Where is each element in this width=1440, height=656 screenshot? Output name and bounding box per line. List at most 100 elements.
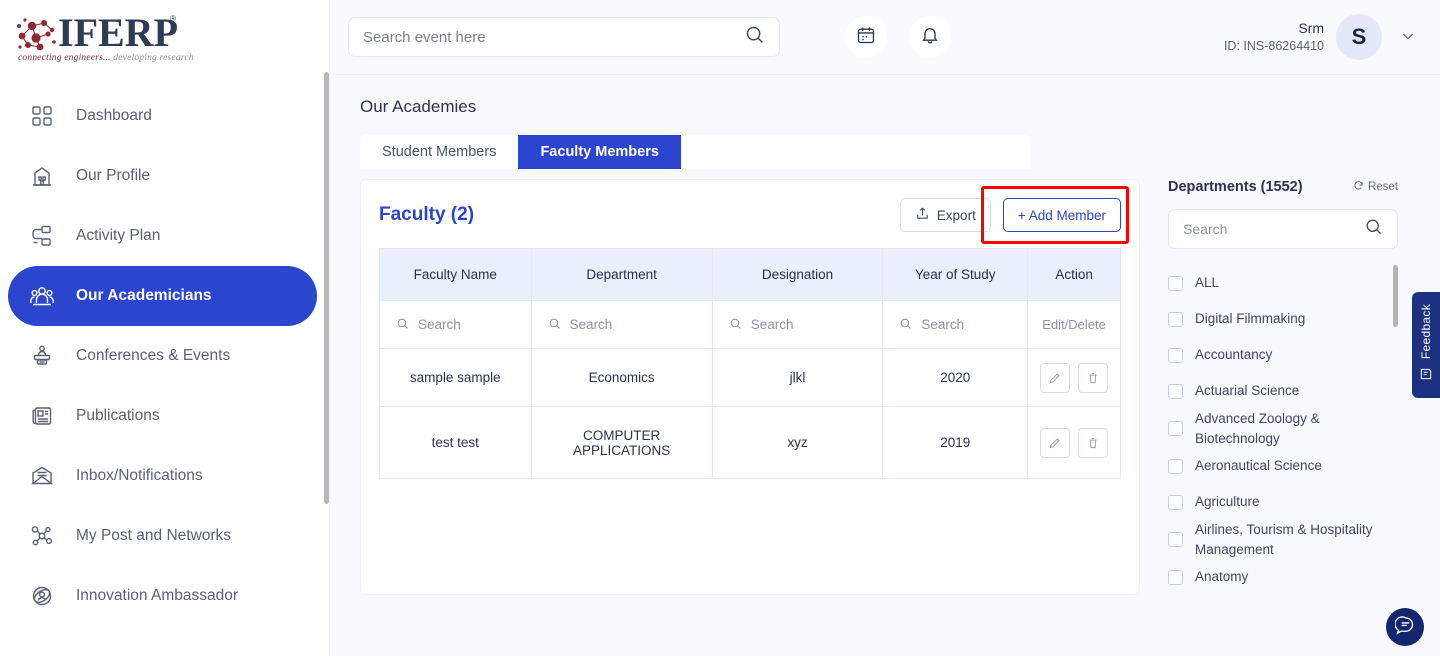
cell-designation: xyz [712, 407, 883, 479]
feedback-tab[interactable]: Feedback [1412, 292, 1440, 398]
brand-logo[interactable]: IFERP ® connecting engineers... developi… [0, 0, 329, 74]
sidebar-item-my-post-and-networks[interactable]: My Post and Networks [8, 506, 317, 566]
search-cell-designation[interactable]: Search [712, 301, 883, 349]
delete-button[interactable] [1078, 363, 1108, 393]
sidebar-item-innovation-ambassador[interactable]: Innovation Ambassador [8, 566, 317, 626]
search-icon [548, 317, 561, 333]
delete-button[interactable] [1078, 428, 1108, 458]
list-item[interactable]: Digital Filmmaking [1168, 301, 1398, 337]
reset-button[interactable]: Reset [1353, 180, 1398, 194]
faculty-card-actions: Export + Add Member [900, 198, 1121, 232]
event-search-box[interactable] [348, 17, 780, 57]
sidebar-item-our-profile[interactable]: Our Profile [8, 146, 317, 206]
sidebar-item-our-academicians[interactable]: Our Academicians [8, 266, 317, 326]
user-menu[interactable]: Srm ID: INS-86264410 S [1224, 14, 1422, 60]
export-button[interactable]: Export [900, 198, 991, 232]
table-header-row: Faculty Name Department Designation Year… [380, 249, 1121, 301]
activity-plan-icon [26, 220, 58, 252]
departments-scrollbar[interactable] [1393, 265, 1398, 327]
search-input[interactable] [363, 29, 744, 46]
sidebar-item-label: Our Profile [76, 167, 150, 185]
list-item[interactable]: Actuarial Science [1168, 373, 1398, 409]
search-icon[interactable] [1364, 217, 1383, 241]
sidebar-item-dashboard[interactable]: Dashboard [8, 86, 317, 146]
cell-year-of-study: 2019 [883, 407, 1028, 479]
user-id: ID: INS-86264410 [1224, 38, 1324, 55]
sidebar-item-publications[interactable]: Publications [8, 386, 317, 446]
table-row: sample sample Economics jlkl 2020 [380, 349, 1121, 407]
checkbox[interactable] [1168, 276, 1183, 291]
checkbox[interactable] [1168, 384, 1183, 399]
edit-button[interactable] [1040, 428, 1070, 458]
content-area: Our Academies Student Members Faculty Me… [330, 75, 1440, 656]
sidebar-item-conferences-events[interactable]: Conferences & Events [8, 326, 317, 386]
podium-icon [26, 340, 58, 372]
checkbox[interactable] [1168, 495, 1183, 510]
departments-search-box[interactable] [1168, 209, 1398, 249]
sidebar-item-label: Publications [76, 407, 160, 425]
search-cell-faculty-name[interactable]: Search [380, 301, 532, 349]
tab-student-members[interactable]: Student Members [360, 135, 518, 169]
department-label: Advanced Zoology & Biotechnology [1195, 409, 1380, 448]
cell-year-of-study: 2020 [883, 349, 1028, 407]
cell-faculty-name: sample sample [380, 349, 532, 407]
search-placeholder: Search [418, 317, 461, 332]
export-label: Export [937, 208, 976, 223]
search-placeholder: Search [570, 317, 613, 332]
faculty-table: Faculty Name Department Designation Year… [379, 248, 1121, 479]
list-item[interactable]: Anatomy [1168, 559, 1398, 595]
column-year-of-study[interactable]: Year of Study [883, 249, 1028, 301]
panels: Faculty (2) Export + Add Member [360, 179, 1440, 595]
add-member-button[interactable]: + Add Member [1003, 198, 1121, 232]
notifications-button[interactable] [909, 16, 951, 58]
cell-faculty-name: test test [380, 407, 532, 479]
calendar-icon [856, 25, 876, 50]
column-faculty-name[interactable]: Faculty Name [380, 249, 532, 301]
search-icon[interactable] [744, 24, 765, 50]
column-department[interactable]: Department [531, 249, 712, 301]
add-member-label: + Add Member [1018, 208, 1106, 223]
list-item[interactable]: Advanced Zoology & Biotechnology [1168, 409, 1398, 448]
department-label: Anatomy [1195, 567, 1248, 587]
search-placeholder: Search [921, 317, 964, 332]
topbar: Srm ID: INS-86264410 S [330, 0, 1440, 75]
checkbox[interactable] [1168, 421, 1183, 436]
bell-icon [920, 25, 940, 50]
list-item[interactable]: Agriculture [1168, 484, 1398, 520]
list-item[interactable]: Accountancy [1168, 337, 1398, 373]
avatar[interactable]: S [1336, 14, 1382, 60]
sidebar-item-activity-plan[interactable]: Activity Plan [8, 206, 317, 266]
checkbox[interactable] [1168, 459, 1183, 474]
checkbox[interactable] [1168, 570, 1183, 585]
chevron-down-icon[interactable] [1394, 28, 1422, 47]
departments-search-input[interactable] [1183, 221, 1364, 237]
list-item[interactable]: Aeronautical Science [1168, 448, 1398, 484]
department-label: Aeronautical Science [1195, 456, 1322, 476]
sidebar-nav: Dashboard Our Profile Activity Plan Our … [0, 86, 329, 626]
department-label: Airlines, Tourism & Hospitality Manageme… [1195, 520, 1380, 559]
sidebar-scrollbar[interactable] [324, 72, 329, 504]
edit-button[interactable] [1040, 363, 1070, 393]
chat-support-button[interactable] [1386, 608, 1424, 646]
brand-tagline: connecting engineers... developing resea… [18, 53, 194, 63]
faculty-card: Faculty (2) Export + Add Member [360, 179, 1140, 595]
tab-faculty-members[interactable]: Faculty Members [518, 135, 680, 169]
sidebar-item-inbox-notifications[interactable]: Inbox/Notifications [8, 446, 317, 506]
column-designation[interactable]: Designation [712, 249, 883, 301]
departments-list[interactable]: ALL Digital Filmmaking Accountancy [1168, 265, 1398, 595]
list-item[interactable]: ALL [1168, 265, 1398, 301]
list-item[interactable]: Airlines, Tourism & Hospitality Manageme… [1168, 520, 1398, 559]
departments-panel: Departments (1552) Reset [1168, 179, 1398, 595]
calendar-button[interactable] [845, 16, 887, 58]
sidebar: IFERP ® connecting engineers... developi… [0, 0, 330, 656]
faculty-card-header: Faculty (2) Export + Add Member [379, 198, 1121, 232]
page-title: Our Academies [360, 97, 1440, 117]
search-cell-year-of-study[interactable]: Search [883, 301, 1028, 349]
topbar-icon-group [845, 16, 951, 58]
checkbox[interactable] [1168, 532, 1183, 547]
network-icon [26, 520, 58, 552]
checkbox[interactable] [1168, 312, 1183, 327]
search-cell-department[interactable]: Search [531, 301, 712, 349]
checkbox[interactable] [1168, 348, 1183, 363]
department-label: Agriculture [1195, 492, 1260, 512]
